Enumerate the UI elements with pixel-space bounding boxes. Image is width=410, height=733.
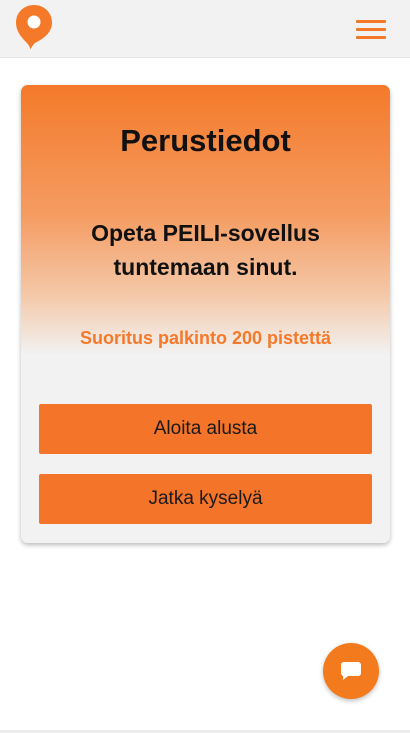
chat-bubble-icon xyxy=(341,662,361,680)
continue-survey-button[interactable]: Jatka kyselyä xyxy=(39,474,372,524)
app-page: Perustiedot Opeta PEILI-sovellus tuntema… xyxy=(0,0,410,733)
map-pin-logo-icon xyxy=(16,5,52,50)
card-subtitle: Opeta PEILI-sovellus tuntemaan sinut. xyxy=(91,220,320,280)
hamburger-menu-icon-line xyxy=(356,36,386,39)
card-title: Perustiedot xyxy=(120,123,291,158)
top-bar xyxy=(0,0,410,58)
hamburger-menu-icon-line xyxy=(356,20,386,23)
app-logo[interactable] xyxy=(15,4,53,50)
reward-text: Suoritus palkinto 200 pistettä xyxy=(79,328,332,348)
hamburger-menu-button[interactable] xyxy=(352,17,390,41)
profile-card: Perustiedot Opeta PEILI-sovellus tuntema… xyxy=(21,85,390,543)
restart-button[interactable]: Aloita alusta xyxy=(39,404,372,454)
hamburger-menu-icon-line xyxy=(356,28,386,31)
chat-button[interactable] xyxy=(323,643,379,699)
